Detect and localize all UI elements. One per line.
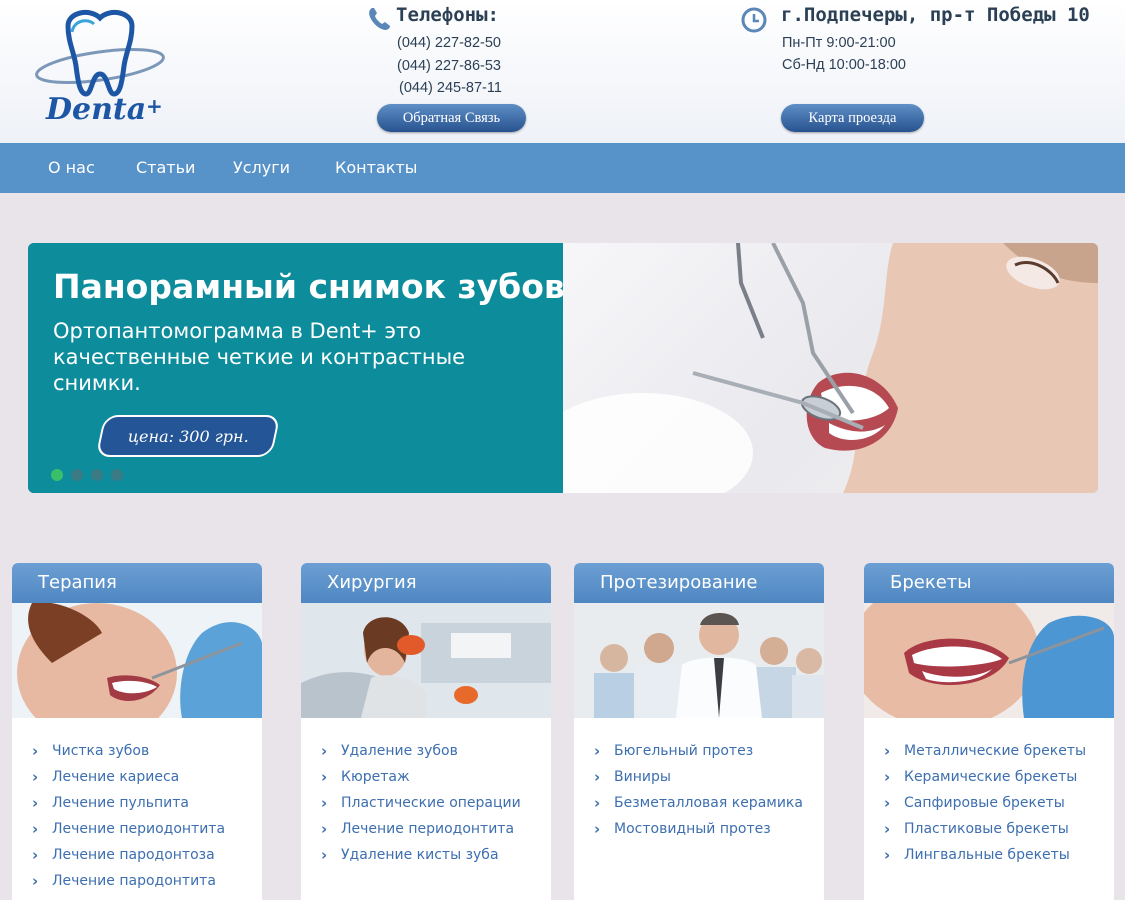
address: г.Подпечеры, пр-т Победы 10 bbox=[781, 4, 1090, 26]
logo-plus: + bbox=[146, 94, 163, 118]
slider-dot[interactable] bbox=[51, 469, 63, 481]
list-item[interactable]: › Лечение кариеса bbox=[32, 764, 262, 790]
phone-number[interactable]: (044) 245-87-11 bbox=[399, 80, 519, 96]
price-label: цена: 300 грн. bbox=[127, 426, 249, 446]
chevron-right-icon: › bbox=[321, 742, 328, 760]
slide-title: Панорамный снимок зубов bbox=[53, 267, 565, 306]
list-item[interactable]: › Чистка зубов bbox=[32, 738, 262, 764]
card-title: Терапия bbox=[38, 572, 117, 593]
service-list: › Чистка зубов › Лечение кариеса › Лечение … bbox=[32, 738, 262, 894]
working-hours: Сб-Нд 10:00-18:00 bbox=[782, 57, 906, 73]
slide-image bbox=[563, 243, 1098, 493]
service-card-surgery: Хирургия › Удаление зубов › Кюретаж › Пласт… bbox=[301, 563, 551, 900]
clock-icon bbox=[741, 7, 767, 33]
service-list: › Удаление зубов › Кюретаж › Пластические о… bbox=[321, 738, 551, 868]
main-nav: О нас Статьи Услуги Контакты bbox=[0, 143, 1125, 193]
chevron-right-icon: › bbox=[321, 820, 328, 838]
list-item[interactable]: › Пластиковые брекеты bbox=[884, 816, 1114, 842]
list-item[interactable]: › Металлические брекеты bbox=[884, 738, 1114, 764]
phones-title: Телефоны: bbox=[396, 4, 499, 26]
chevron-right-icon: › bbox=[32, 820, 39, 838]
card-image bbox=[12, 603, 262, 718]
list-item[interactable]: › Лечение периодонтита bbox=[32, 816, 262, 842]
chevron-right-icon: › bbox=[594, 742, 601, 760]
list-item[interactable]: › Удаление зубов bbox=[321, 738, 551, 764]
chevron-right-icon: › bbox=[32, 768, 39, 786]
phone-number[interactable]: (044) 227-86-53 bbox=[397, 58, 517, 74]
working-hours: Пн-Пт 9:00-21:00 bbox=[782, 35, 896, 51]
list-item[interactable]: › Пластические операции bbox=[321, 790, 551, 816]
service-card-braces: Брекеты › Металлические брекеты › Керамиче… bbox=[864, 563, 1114, 900]
phone-number[interactable]: (044) 227-82-50 bbox=[397, 35, 517, 51]
chevron-right-icon: › bbox=[884, 820, 891, 838]
list-item[interactable]: › Мостовидный протез bbox=[594, 816, 824, 842]
list-item[interactable]: › Безметалловая керамика bbox=[594, 790, 824, 816]
nav-item-services[interactable]: Услуги bbox=[233, 143, 290, 193]
chevron-right-icon: › bbox=[884, 846, 891, 864]
card-title: Брекеты bbox=[890, 572, 972, 593]
list-item[interactable]: › Лечение периодонтита bbox=[321, 816, 551, 842]
slider-dots bbox=[51, 469, 123, 481]
list-item[interactable]: › Удаление кисты зуба bbox=[321, 842, 551, 868]
map-button[interactable]: Карта проезда bbox=[781, 104, 924, 132]
list-item[interactable]: › Сапфировые брекеты bbox=[884, 790, 1114, 816]
slide-description: Ортопантомограмма в Dent+ это качественн… bbox=[53, 319, 466, 395]
card-header[interactable]: Протезирование bbox=[574, 563, 824, 603]
card-header[interactable]: Брекеты bbox=[864, 563, 1114, 603]
chevron-right-icon: › bbox=[884, 768, 891, 786]
list-item[interactable]: › Кюретаж bbox=[321, 764, 551, 790]
chevron-right-icon: › bbox=[32, 846, 39, 864]
chevron-right-icon: › bbox=[321, 794, 328, 812]
logo-text: Denta bbox=[46, 92, 147, 127]
feedback-button[interactable]: Обратная Связь bbox=[377, 104, 526, 132]
chevron-right-icon: › bbox=[594, 794, 601, 812]
list-item[interactable]: › Керамические брекеты bbox=[884, 764, 1114, 790]
card-title: Хирургия bbox=[327, 572, 417, 593]
dental-patient-illustration bbox=[563, 243, 1098, 493]
list-item[interactable]: › Бюгельный протез bbox=[594, 738, 824, 764]
chevron-right-icon: › bbox=[594, 768, 601, 786]
card-image bbox=[301, 603, 551, 718]
site-header: Denta + Телефоны: (044) 227-82-50 (044) … bbox=[0, 0, 1125, 143]
price-badge[interactable]: цена: 300 грн. bbox=[95, 415, 281, 457]
service-list: › Бюгельный протез › Виниры › Безметалловая… bbox=[594, 738, 824, 842]
nav-item-contacts[interactable]: Контакты bbox=[335, 143, 417, 193]
hero-slider[interactable]: Панорамный снимок зубов Ортопантомограмм… bbox=[28, 243, 1098, 493]
chevron-right-icon: › bbox=[32, 794, 39, 812]
card-title: Протезирование bbox=[600, 572, 758, 593]
chevron-right-icon: › bbox=[32, 872, 39, 890]
chevron-right-icon: › bbox=[321, 846, 328, 864]
phone-icon bbox=[369, 8, 390, 30]
card-image bbox=[864, 603, 1114, 718]
chevron-right-icon: › bbox=[32, 742, 39, 760]
nav-item-articles[interactable]: Статьи bbox=[136, 143, 195, 193]
service-card-prosthetics: Протезирование › Бюгельный протез › Виниры… bbox=[574, 563, 824, 900]
card-header[interactable]: Терапия bbox=[12, 563, 262, 603]
service-list: › Металлические брекеты › Керамические бре… bbox=[884, 738, 1114, 868]
list-item[interactable]: › Лечение пародонтита bbox=[32, 868, 262, 894]
list-item[interactable]: › Лингвальные брекеты bbox=[884, 842, 1114, 868]
chevron-right-icon: › bbox=[594, 820, 601, 838]
slider-dot[interactable] bbox=[71, 469, 83, 481]
slider-dot[interactable] bbox=[111, 469, 123, 481]
list-item[interactable]: › Лечение пародонтоза bbox=[32, 842, 262, 868]
slider-dot[interactable] bbox=[91, 469, 103, 481]
nav-item-about[interactable]: О нас bbox=[48, 143, 95, 193]
list-item[interactable]: › Лечение пульпита bbox=[32, 790, 262, 816]
service-card-therapy: Терапия › Чистка зубов › Лечение кариеса ›… bbox=[12, 563, 262, 900]
chevron-right-icon: › bbox=[321, 768, 328, 786]
card-header[interactable]: Хирургия bbox=[301, 563, 551, 603]
slide-text-panel: Панорамный снимок зубов Ортопантомограмм… bbox=[28, 243, 565, 493]
chevron-right-icon: › bbox=[884, 794, 891, 812]
chevron-right-icon: › bbox=[884, 742, 891, 760]
card-image bbox=[574, 603, 824, 718]
list-item[interactable]: › Виниры bbox=[594, 764, 824, 790]
